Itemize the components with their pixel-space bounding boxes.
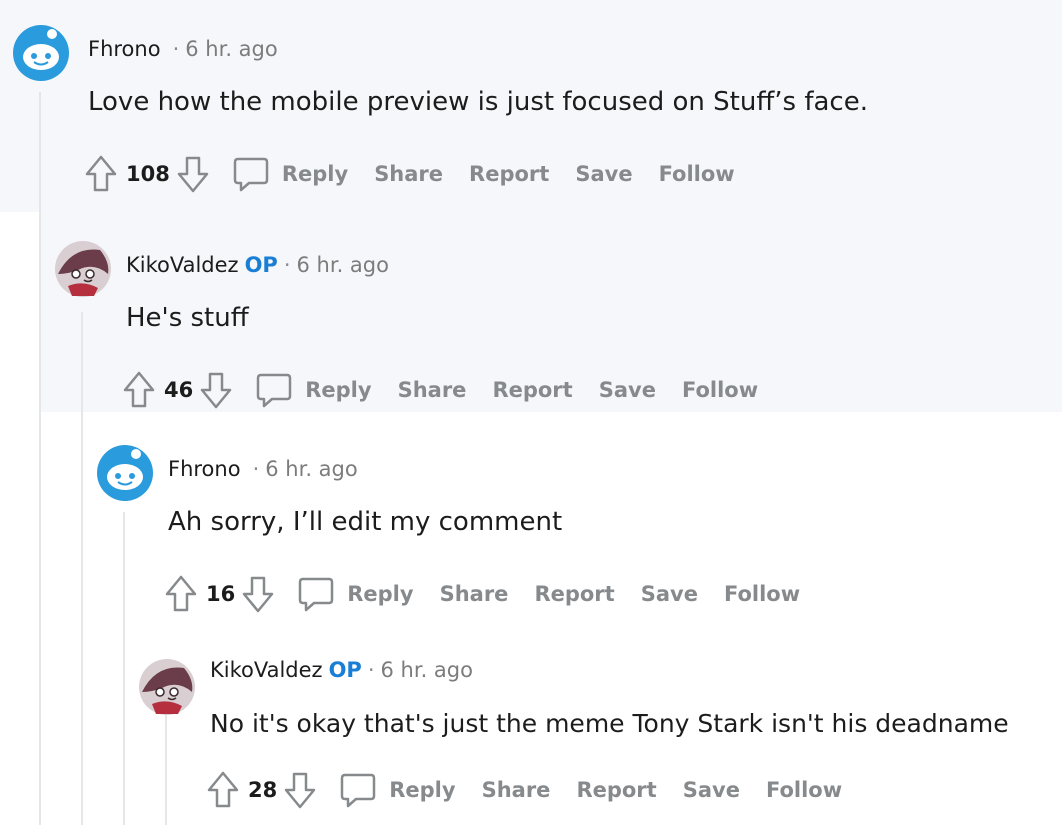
username[interactable]: Fhrono: [88, 37, 161, 61]
downvote-icon[interactable]: [199, 371, 233, 409]
save-button[interactable]: Save: [575, 162, 632, 186]
username[interactable]: KikoValdez: [210, 658, 323, 682]
vote-count: 46: [164, 378, 194, 402]
reply-icon[interactable]: [297, 576, 335, 612]
comment-body: No it's okay that's just the meme Tony S…: [210, 709, 1009, 738]
separator-dot: ·: [252, 457, 260, 481]
save-button[interactable]: Save: [641, 582, 698, 606]
reply-icon[interactable]: [339, 772, 377, 808]
timestamp[interactable]: 6 hr. ago: [265, 457, 357, 481]
timestamp[interactable]: 6 hr. ago: [185, 37, 277, 61]
vote-count: 108: [126, 162, 170, 186]
share-button[interactable]: Share: [482, 778, 551, 802]
op-badge: OP: [244, 253, 278, 277]
share-button[interactable]: Share: [374, 162, 443, 186]
reply-icon[interactable]: [232, 156, 270, 192]
reply-button[interactable]: Reply: [282, 162, 348, 186]
comment-body: Love how the mobile preview is just focu…: [88, 87, 868, 117]
report-button[interactable]: Report: [492, 378, 572, 402]
save-button[interactable]: Save: [599, 378, 656, 402]
comment-body: He's stuff: [126, 303, 249, 333]
downvote-icon[interactable]: [283, 771, 317, 809]
reply-icon[interactable]: [255, 372, 293, 408]
reply-button[interactable]: Reply: [305, 378, 371, 402]
reply-button[interactable]: Reply: [347, 582, 413, 606]
comment-body: Ah sorry, I’ll edit my comment: [168, 507, 563, 537]
upvote-icon[interactable]: [84, 155, 118, 193]
comment-actions: 108 Reply Share Report Save Follow: [84, 152, 735, 196]
follow-button[interactable]: Follow: [766, 778, 842, 802]
snoo-avatar[interactable]: [12, 24, 70, 82]
username[interactable]: Fhrono: [168, 457, 241, 481]
report-button[interactable]: Report: [534, 582, 614, 606]
thread-line[interactable]: [123, 512, 125, 825]
timestamp[interactable]: 6 hr. ago: [297, 253, 389, 277]
timestamp[interactable]: 6 hr. ago: [381, 658, 473, 682]
comment-actions: 28 Reply Share Report Save Follow: [206, 768, 842, 812]
snoo-avatar[interactable]: [96, 444, 154, 502]
follow-button[interactable]: Follow: [682, 378, 758, 402]
share-button[interactable]: Share: [398, 378, 467, 402]
follow-button[interactable]: Follow: [659, 162, 735, 186]
separator-dot: ·: [283, 253, 291, 277]
thread-line[interactable]: [81, 312, 83, 825]
upvote-icon[interactable]: [122, 371, 156, 409]
upvote-icon[interactable]: [164, 575, 198, 613]
report-button[interactable]: Report: [469, 162, 549, 186]
vote-count: 28: [248, 778, 278, 802]
comment-actions: 16 Reply Share Report Save Follow: [164, 572, 800, 616]
separator-dot: ·: [367, 658, 375, 682]
thread-line[interactable]: [165, 712, 167, 825]
character-avatar[interactable]: [138, 658, 196, 716]
upvote-icon[interactable]: [206, 771, 240, 809]
follow-button[interactable]: Follow: [724, 582, 800, 606]
separator-dot: ·: [172, 37, 180, 61]
vote-count: 16: [206, 582, 236, 606]
comment-actions: 46 Reply Share Report Save Follow: [122, 368, 758, 412]
share-button[interactable]: Share: [440, 582, 509, 606]
report-button[interactable]: Report: [576, 778, 656, 802]
reply-button[interactable]: Reply: [389, 778, 455, 802]
downvote-icon[interactable]: [241, 575, 275, 613]
character-avatar[interactable]: [54, 240, 112, 298]
username[interactable]: KikoValdez: [126, 253, 239, 277]
op-badge: OP: [328, 658, 362, 682]
thread-line[interactable]: [39, 92, 41, 825]
downvote-icon[interactable]: [176, 155, 210, 193]
save-button[interactable]: Save: [683, 778, 740, 802]
